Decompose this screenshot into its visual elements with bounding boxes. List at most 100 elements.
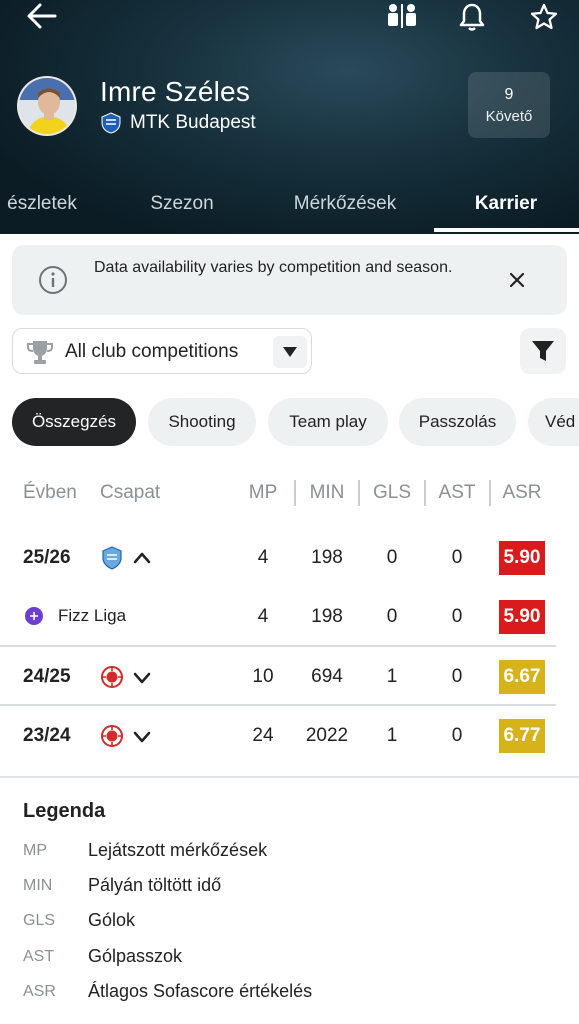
rating-badge: 5.90 <box>499 600 545 634</box>
competition-select-value: All club competitions <box>65 341 239 362</box>
legend-abbr: MP <box>23 842 47 859</box>
header-separator <box>294 480 296 506</box>
legend-abbr: MIN <box>23 877 53 894</box>
legend-desc: Lejátszott mérkőzések <box>88 840 268 860</box>
header-ast: AST <box>438 482 476 503</box>
compare-button[interactable] <box>380 0 424 34</box>
compare-players-icon <box>388 4 416 28</box>
player-avatar <box>17 76 77 136</box>
header-separator <box>358 480 360 506</box>
legend-abbr: ASR <box>23 983 56 1000</box>
legend-desc: Gólok <box>88 910 136 930</box>
legend-desc: Pályán töltött idő <box>88 875 222 895</box>
row-ast: 0 <box>451 606 463 627</box>
red-crest-icon <box>101 725 123 747</box>
info-text: Data availability varies by competition … <box>94 259 453 276</box>
bell-icon <box>459 3 485 31</box>
career-table-header: Évben Csapat MP MIN GLS AST ASR <box>0 478 579 510</box>
row-mp: 10 <box>252 666 274 687</box>
legend-item: GLS Gólok <box>0 908 579 938</box>
triangle-down-icon <box>283 347 297 357</box>
back-button[interactable] <box>20 0 64 32</box>
table-row[interactable]: 25/26 4 198 0 0 5.90 <box>0 529 579 587</box>
legend-abbr: GLS <box>23 912 56 929</box>
row-gls: 1 <box>386 725 398 746</box>
competition-select[interactable]: All club competitions <box>12 328 312 374</box>
row-min: 198 <box>311 547 343 568</box>
chevron-down-icon[interactable] <box>132 726 152 746</box>
row-gls: 0 <box>386 606 398 627</box>
arrow-left-icon <box>27 3 57 29</box>
table-row: Fizz Liga 4 198 0 0 5.90 <box>0 588 579 646</box>
rating-badge: 6.67 <box>499 660 545 694</box>
header-mp: MP <box>248 482 278 503</box>
legend-item: MP Lejátszott mérkőzések <box>0 838 579 868</box>
row-mp: 24 <box>252 725 274 746</box>
info-banner: Data availability varies by competition … <box>12 245 567 315</box>
followers-count: 9 <box>504 85 514 103</box>
chevron-up-icon[interactable] <box>132 548 152 568</box>
mtk-logo-icon <box>101 112 121 134</box>
tab-matches[interactable]: Mérkőzések <box>270 176 420 232</box>
rating-badge: 6.77 <box>499 719 545 753</box>
chip-summary[interactable]: Összegzés <box>12 398 136 446</box>
player-header: Imre Széles MTK Budapest 9 Követő észlet… <box>0 0 579 234</box>
row-ast: 0 <box>451 547 463 568</box>
row-gls: 0 <box>386 547 398 568</box>
filter-button[interactable] <box>520 328 566 374</box>
legend-item: AST Gólpasszok <box>0 944 579 974</box>
row-competition: Fizz Liga <box>58 606 127 625</box>
dropdown-toggle[interactable] <box>273 336 307 368</box>
chevron-down-icon[interactable] <box>132 667 152 687</box>
table-row[interactable]: 23/24 24 2022 1 0 6.77 <box>0 706 579 764</box>
header-year: Évben <box>23 482 77 503</box>
info-icon <box>39 266 67 294</box>
row-mp: 4 <box>257 547 269 568</box>
row-season: 25/26 <box>23 547 71 568</box>
tab-details[interactable]: észletek <box>0 176 90 232</box>
tab-bar: észletek Szezon Mérkőzések Karrier <box>0 176 579 234</box>
mtk-logo-icon <box>102 546 122 570</box>
filter-icon <box>532 341 554 361</box>
legend-item: ASR Átlagos Sofascore értékelés <box>0 979 579 1009</box>
chip-shooting[interactable]: Shooting <box>148 398 256 446</box>
close-icon <box>509 272 525 288</box>
close-banner-button[interactable] <box>502 265 532 295</box>
tab-career[interactable]: Karrier <box>450 176 562 232</box>
favorite-button[interactable] <box>522 0 566 34</box>
legend-item: MIN Pályán töltött idő <box>0 873 579 903</box>
chip-passing[interactable]: Passzolás <box>399 398 516 446</box>
trophy-icon <box>27 341 53 364</box>
star-icon <box>530 3 558 30</box>
legend-desc: Átlagos Sofascore értékelés <box>88 981 313 1001</box>
followers-box[interactable]: 9 Követő <box>468 72 550 138</box>
header-asr: ASR <box>502 482 542 503</box>
team-link[interactable]: MTK Budapest <box>100 112 256 134</box>
red-crest-icon <box>101 666 123 688</box>
legend-title: Legenda <box>23 800 106 822</box>
team-name: MTK Budapest <box>130 112 256 133</box>
row-season: 24/25 <box>23 666 71 687</box>
legend-abbr: AST <box>23 948 55 965</box>
row-season: 23/24 <box>23 725 71 746</box>
row-mp: 4 <box>257 606 269 627</box>
rating-badge: 5.90 <box>499 541 545 575</box>
chip-team-play[interactable]: Team play <box>268 398 388 446</box>
header-team: Csapat <box>100 482 161 503</box>
row-gls: 1 <box>386 666 398 687</box>
notifications-button[interactable] <box>452 0 492 34</box>
chip-defending[interactable]: Véd <box>528 398 579 446</box>
header-separator <box>424 480 426 506</box>
tab-season[interactable]: Szezon <box>130 176 234 232</box>
row-min: 694 <box>311 666 343 687</box>
fizz-liga-icon <box>25 607 43 625</box>
active-tab-indicator <box>434 228 579 232</box>
table-row[interactable]: 24/25 10 694 1 0 6.67 <box>0 647 579 705</box>
row-min: 198 <box>311 606 343 627</box>
legend-desc: Gólpasszok <box>88 946 183 966</box>
row-ast: 0 <box>451 666 463 687</box>
header-separator <box>489 480 491 506</box>
legend-divider <box>0 776 579 778</box>
header-gls: GLS <box>372 482 412 503</box>
row-ast: 0 <box>451 725 463 746</box>
